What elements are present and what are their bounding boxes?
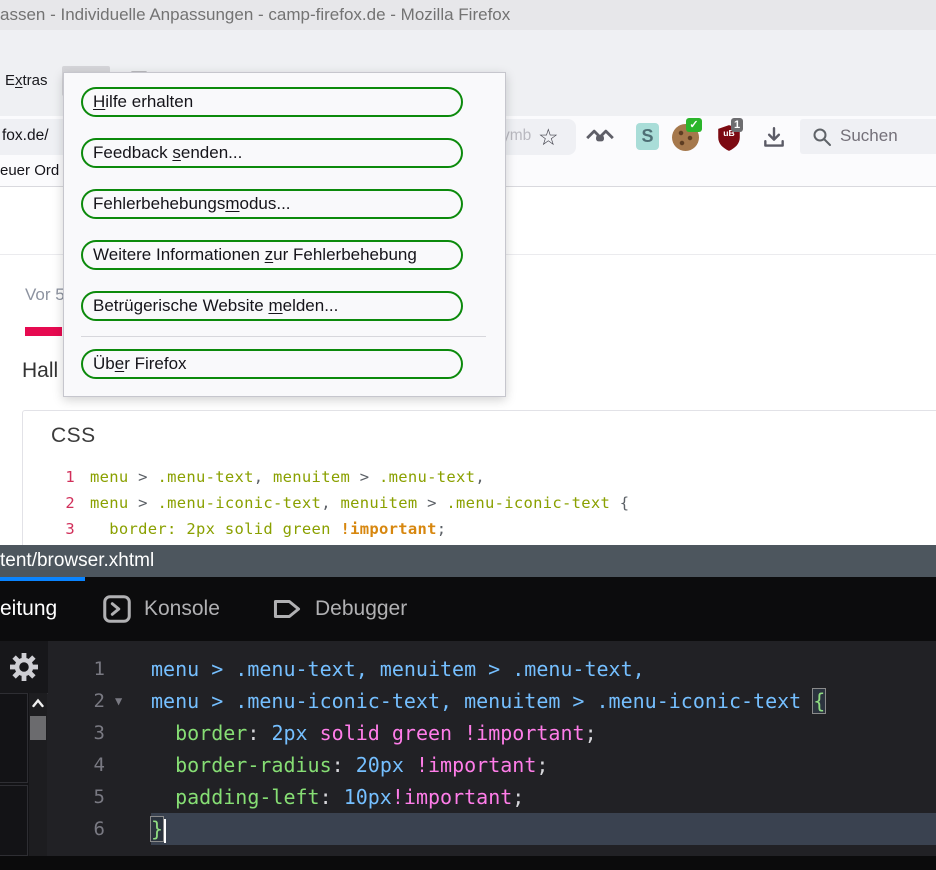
- search-placeholder: Suchen: [840, 126, 898, 146]
- fold-marker-icon[interactable]: ▼: [105, 694, 151, 708]
- devtools-window: tent/browser.xhtml eitung Konsole Debugg…: [0, 545, 936, 870]
- code-line: 1 menu > .menu-text, menuitem > .menu-tex…: [47, 653, 936, 685]
- css-source-editor[interactable]: 1 menu > .menu-text, menuitem > .menu-tex…: [47, 641, 936, 856]
- window-titlebar: assen - Individuelle Anpassungen - camp-…: [0, 0, 936, 30]
- editor-lines: 1 menu > .menu-text, menuitem > .menu-tex…: [47, 653, 936, 845]
- code-text: padding-left: 10px!important;: [151, 781, 936, 813]
- code-line: 3 border: 2px solid green !important;: [59, 516, 629, 542]
- gear-icon: [9, 652, 39, 682]
- help-menu-item[interactable]: Feedback senden...: [81, 138, 463, 168]
- help-menu-popup: Hilfe erhalten Feedback senden... Fehlerbe…: [63, 72, 506, 397]
- help-menu-item[interactable]: Hilfe erhalten: [81, 87, 463, 117]
- code-text: }: [151, 813, 936, 845]
- code-text: menu > .menu-text, menuitem > .menu-text…: [151, 653, 936, 685]
- line-number: 4: [47, 754, 105, 776]
- css-code-block: CSS 1 menu > .menu-text, menuitem > .menu…: [22, 410, 936, 562]
- help-menu-item[interactable]: Fehlerbehebungsmodus...: [81, 189, 463, 219]
- code-text: menu > .menu-text, menuitem > .menu-text…: [90, 468, 485, 486]
- devtools-bottom-strip: [0, 856, 936, 870]
- tab-console-label: Konsole: [144, 597, 220, 621]
- bookmark-item-label[interactable]: euer Ord: [0, 162, 59, 179]
- cookie-extension-badge: ✓: [686, 118, 702, 132]
- scroll-up-icon[interactable]: [32, 698, 44, 708]
- console-icon: [103, 595, 131, 623]
- code-line: 2 menu > .menu-iconic-text, menuitem > .m…: [59, 490, 629, 516]
- help-menu-item[interactable]: Über Firefox: [81, 349, 463, 379]
- line-number: 2: [59, 494, 75, 512]
- url-text-right: ymb: [502, 127, 531, 145]
- handshake-extension-icon[interactable]: [586, 127, 614, 147]
- code-line: 4 border-radius: 20px !important;: [47, 749, 936, 781]
- code-line: 3 border: 2px solid green !important;: [47, 717, 936, 749]
- window-title: assen - Individuelle Anpassungen - camp-…: [0, 5, 510, 24]
- code-text: menu > .menu-iconic-text, menuitem > .me…: [151, 685, 936, 717]
- ublock-badge: 1: [731, 118, 743, 132]
- code-line: 2▼menu > .menu-iconic-text, menuitem > .…: [47, 685, 936, 717]
- line-number: 3: [47, 722, 105, 744]
- help-menu-items: Hilfe erhalten Feedback senden... Fehlerbe…: [81, 87, 486, 400]
- tab-debugger[interactable]: Debugger: [272, 577, 407, 641]
- line-number: 2: [47, 690, 105, 712]
- code-text: border: 2px solid green !important;: [90, 520, 446, 538]
- editor-scrollbar[interactable]: [29, 693, 47, 856]
- stylesheet-list-item[interactable]: [0, 693, 28, 783]
- stylesheet-list-item[interactable]: [0, 785, 28, 856]
- code-block-lines: 1 menu > .menu-text, menuitem > .menu-tex…: [59, 464, 629, 542]
- tab-style-editor[interactable]: eitung: [0, 577, 57, 641]
- debugger-icon: [272, 595, 302, 623]
- style-editor-panel: 1 menu > .menu-text, menuitem > .menu-tex…: [0, 641, 936, 856]
- help-menu-item[interactable]: Weitere Informationen zur Fehlerbehebung: [81, 240, 463, 270]
- menu-separator: [81, 336, 486, 337]
- stylus-extension-icon[interactable]: S: [636, 123, 659, 150]
- code-line: 6}: [47, 813, 936, 845]
- menubar-item-extras[interactable]: Extras: [0, 66, 57, 96]
- tab-debugger-label: Debugger: [315, 597, 407, 621]
- line-number: 3: [59, 520, 75, 538]
- search-field[interactable]: Suchen: [800, 119, 936, 154]
- download-icon[interactable]: [761, 125, 787, 151]
- line-number: 1: [59, 468, 75, 486]
- stylesheet-list-pane: [0, 693, 29, 856]
- code-line: 1 menu > .menu-text, menuitem > .menu-tex…: [59, 464, 629, 490]
- devtools-window-title: tent/browser.xhtml: [0, 550, 154, 571]
- code-text: border: 2px solid green !important;: [151, 717, 936, 749]
- post-greeting: Hall: [22, 359, 58, 383]
- code-text: border-radius: 20px !important;: [151, 749, 936, 781]
- highlight-bar: [25, 327, 62, 336]
- devtools-tabbar: eitung Konsole Debugger: [0, 577, 936, 641]
- devtools-titlebar: tent/browser.xhtml: [0, 545, 936, 577]
- post-timestamp: Vor 5: [25, 285, 65, 305]
- scrollbar-thumb[interactable]: [30, 716, 46, 740]
- line-number: 1: [47, 658, 105, 680]
- tab-style-editor-label: eitung: [0, 597, 57, 621]
- settings-button[interactable]: [0, 641, 48, 694]
- line-number: 5: [47, 786, 105, 808]
- code-block-title: CSS: [51, 424, 96, 448]
- firefox-window: assen - Individuelle Anpassungen - camp-…: [0, 0, 936, 870]
- bookmark-star-icon[interactable]: ☆: [538, 121, 559, 153]
- tab-console[interactable]: Konsole: [103, 577, 220, 641]
- stylus-letter: S: [641, 126, 653, 146]
- code-text: menu > .menu-iconic-text, menuitem > .me…: [90, 494, 629, 512]
- line-number: 6: [47, 818, 105, 840]
- code-line: 5 padding-left: 10px!important;: [47, 781, 936, 813]
- search-icon: [812, 127, 832, 147]
- url-text-left: fox.de/: [2, 127, 49, 145]
- help-menu-item[interactable]: Betrügerische Website melden...: [81, 291, 463, 321]
